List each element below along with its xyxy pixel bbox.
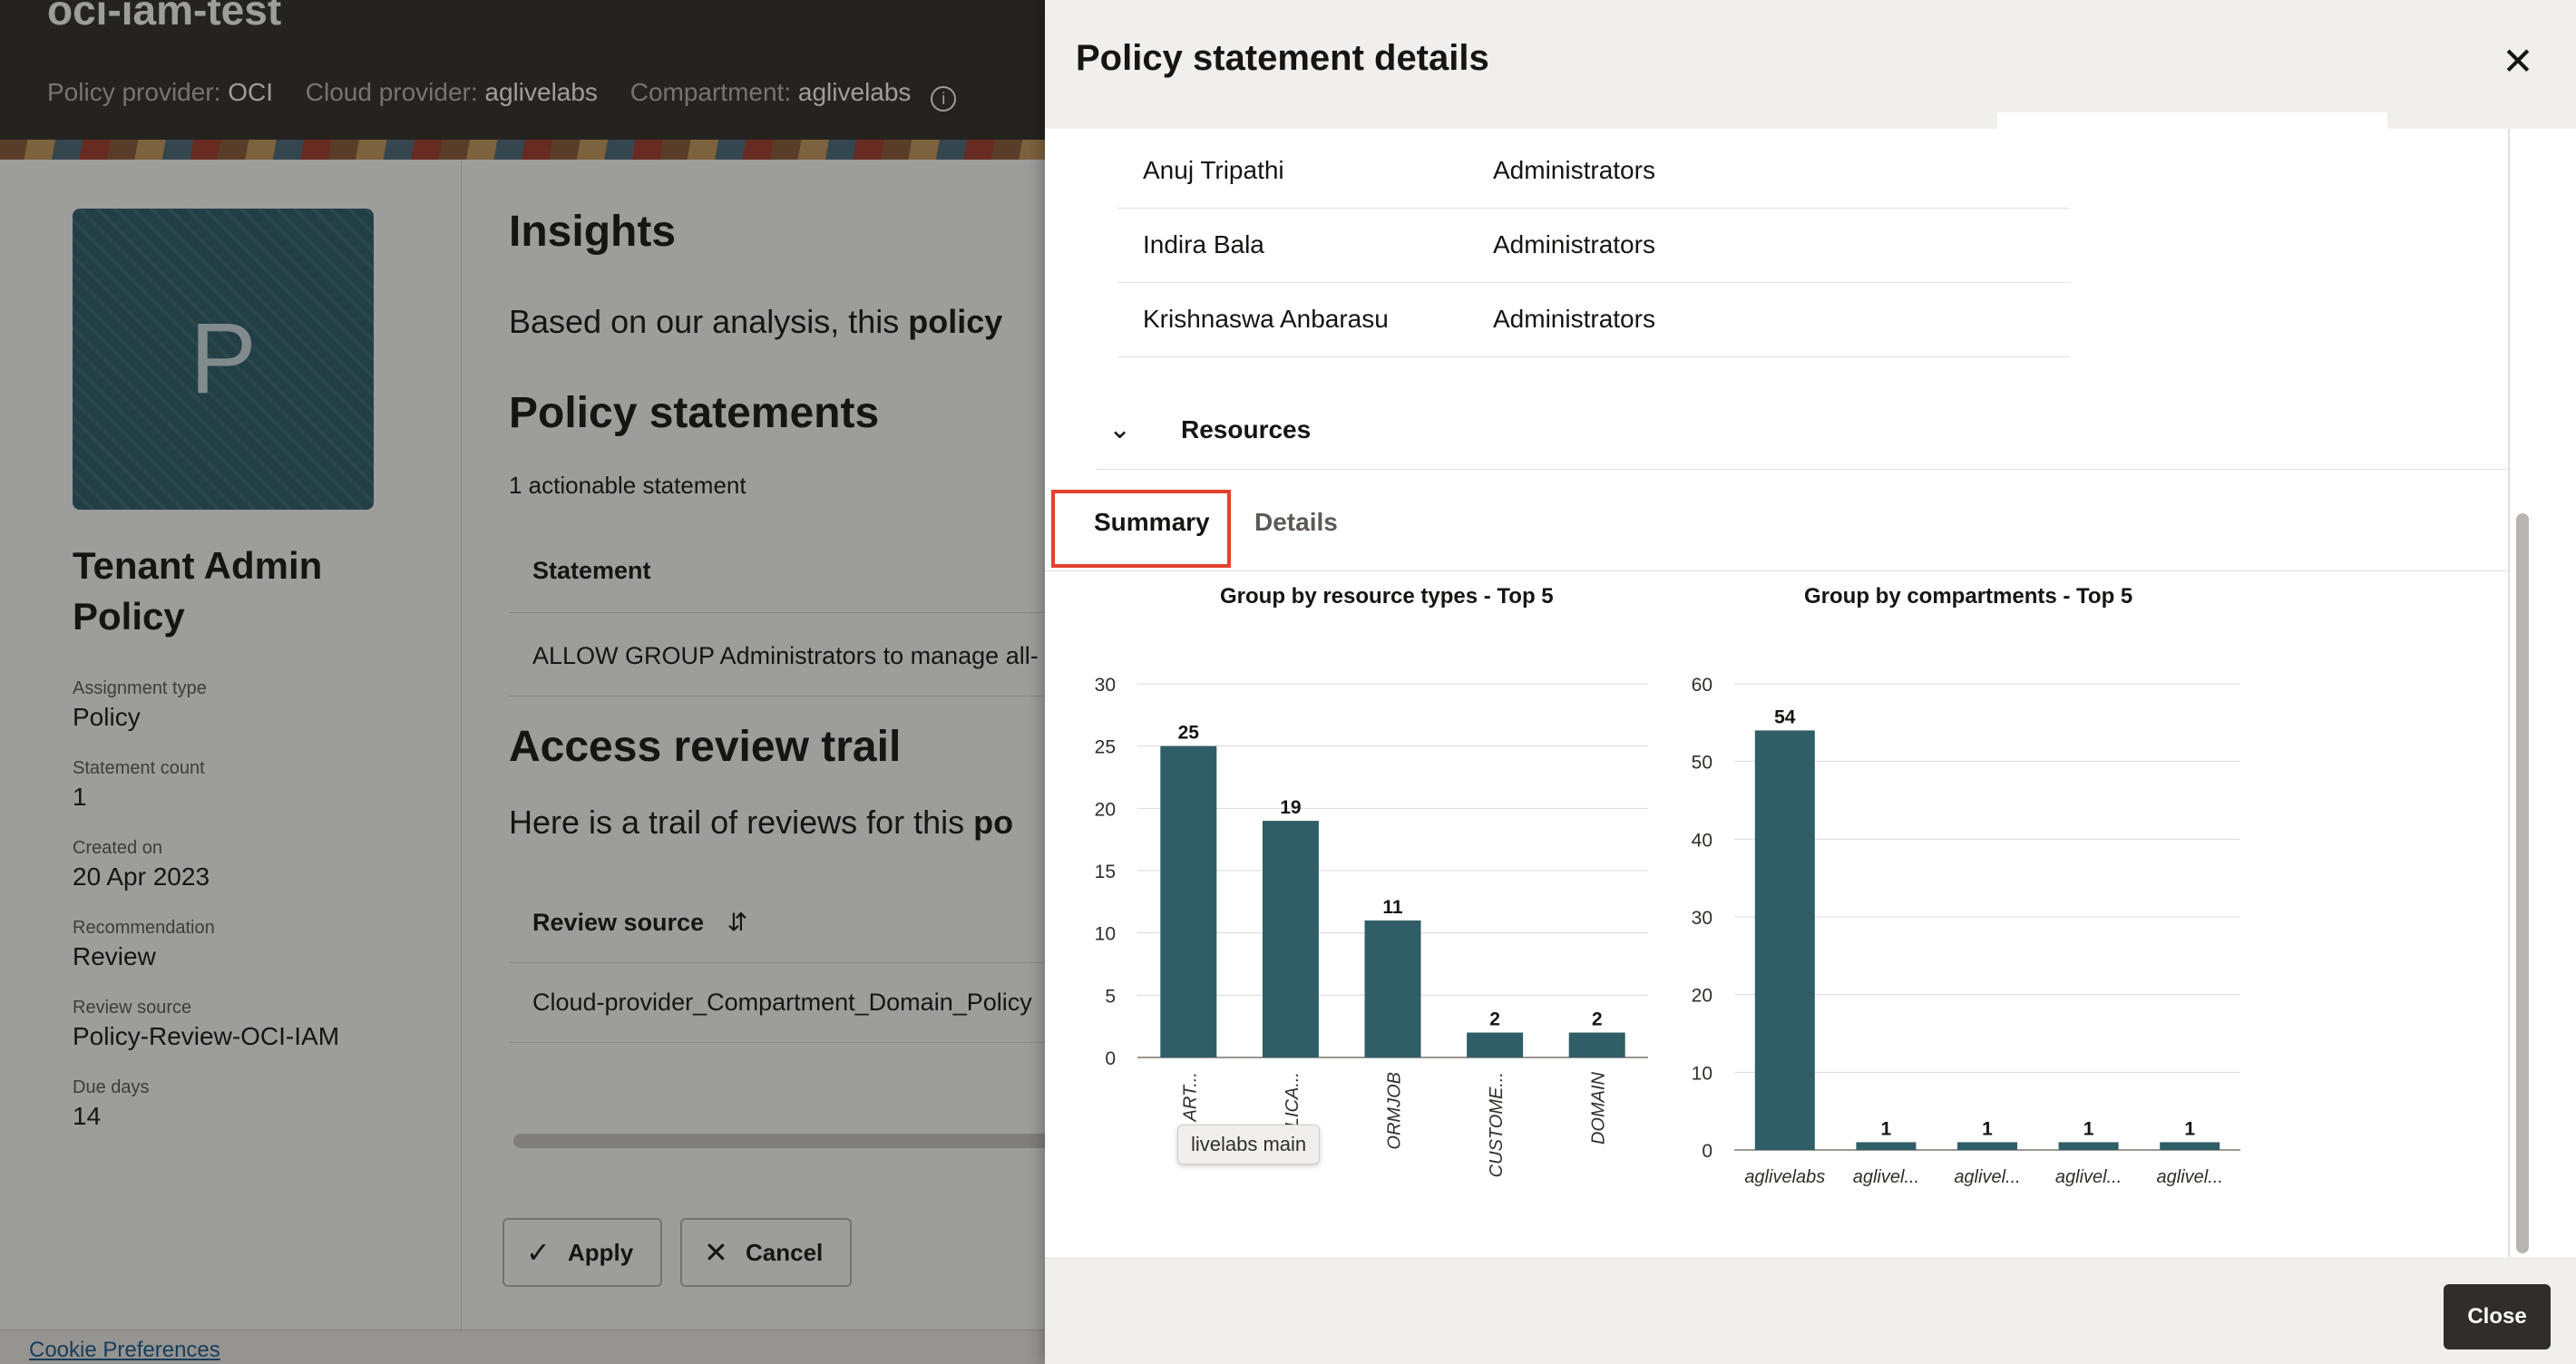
tab-details[interactable]: Details [1254, 508, 1338, 537]
bar [2058, 1142, 2119, 1150]
y-tick-label: 25 [1095, 737, 1116, 758]
bar [2160, 1142, 2220, 1150]
close-icon[interactable]: ✕ [2496, 40, 2540, 83]
user-name: Indira Bala [1143, 230, 1264, 258]
y-tick-label: 20 [1095, 799, 1116, 820]
drawer-title: Policy statement details [1076, 38, 1489, 78]
bar [1262, 821, 1319, 1057]
resources-section-toggle[interactable]: ⌄ Resources [1096, 401, 2511, 470]
y-tick-label: 20 [1692, 986, 1712, 1007]
bar [1568, 1032, 1625, 1057]
bar [1754, 730, 1815, 1150]
user-row: Krishnaswa Anbarasu Administrators [1117, 281, 2460, 359]
data-label: 19 [1280, 797, 1301, 818]
bar [1467, 1032, 1524, 1057]
vertical-scrollbar[interactable] [2516, 513, 2529, 1253]
x-tick-label: aglivel... [1853, 1167, 1919, 1187]
data-label: 2 [1592, 1009, 1603, 1030]
y-tick-label: 50 [1692, 753, 1712, 774]
x-tick-label: aglivel... [2055, 1167, 2122, 1187]
user-row: Indira Bala Administrators [1117, 207, 2460, 285]
user-group: Administrators [1493, 230, 1655, 258]
x-tick-label: CUSTOME... [1487, 1072, 1507, 1177]
summary-tab-highlight [1051, 490, 1231, 568]
x-tick-label: aglivel... [2157, 1167, 2223, 1187]
user-name: Krishnaswa Anbarasu [1143, 305, 1389, 333]
close-button[interactable]: Close [2444, 1284, 2551, 1349]
tooltip: livelabs main [1177, 1125, 1321, 1164]
data-label: 1 [2184, 1118, 2195, 1139]
data-label: 54 [1774, 706, 1796, 727]
y-tick-label: 0 [1702, 1141, 1712, 1162]
modal-overlay[interactable] [0, 0, 1045, 1364]
scroll-track [2508, 129, 2510, 1257]
y-tick-label: 10 [1095, 924, 1116, 945]
x-tick-label: aglivelabs [1744, 1167, 1825, 1187]
bar [1160, 745, 1217, 1057]
y-tick-label: 30 [1095, 675, 1116, 696]
bar [1856, 1142, 1917, 1150]
user-group: Administrators [1493, 305, 1655, 333]
user-name: Anuj Tripathi [1143, 156, 1284, 184]
chart-title-compartments: Group by compartments - Top 5 [1804, 584, 2133, 609]
x-tick-label: DOMAIN [1589, 1071, 1609, 1145]
y-tick-label: 30 [1692, 908, 1712, 929]
user-row: Anuj Tripathi Administrators [1117, 132, 2460, 210]
bar [1957, 1142, 2017, 1150]
data-label: 1 [1881, 1118, 1892, 1139]
user-group: Administrators [1493, 156, 1655, 184]
x-tick-label: ORMJOB [1385, 1072, 1405, 1150]
column-gap [2070, 281, 2460, 359]
data-label: 2 [1489, 1009, 1500, 1030]
resources-label: Resources [1181, 415, 1312, 443]
y-tick-label: 40 [1692, 830, 1712, 851]
data-label: 1 [2083, 1118, 2094, 1139]
y-tick-label: 60 [1692, 675, 1712, 696]
chevron-down-icon: ⌄ [1108, 414, 1132, 444]
data-label: 1 [1982, 1118, 1993, 1139]
data-label: 11 [1382, 897, 1403, 918]
x-tick-label: aglivel... [1954, 1167, 2020, 1187]
column-gap [2070, 207, 2460, 285]
y-tick-label: 15 [1095, 862, 1116, 882]
resource-tabs: Summary Details [1045, 484, 2511, 571]
bar [1364, 920, 1421, 1057]
drawer-header: Policy statement details ✕ [1045, 0, 2576, 134]
drawer-footer: Close [1045, 1257, 2576, 1364]
y-tick-label: 10 [1692, 1063, 1712, 1084]
chart-title-resource-types: Group by resource types - Top 5 [1220, 584, 1554, 609]
column-gap [2070, 132, 2460, 210]
data-label: 25 [1178, 723, 1200, 744]
y-tick-label: 5 [1105, 986, 1116, 1007]
y-tick-label: 0 [1105, 1048, 1116, 1069]
